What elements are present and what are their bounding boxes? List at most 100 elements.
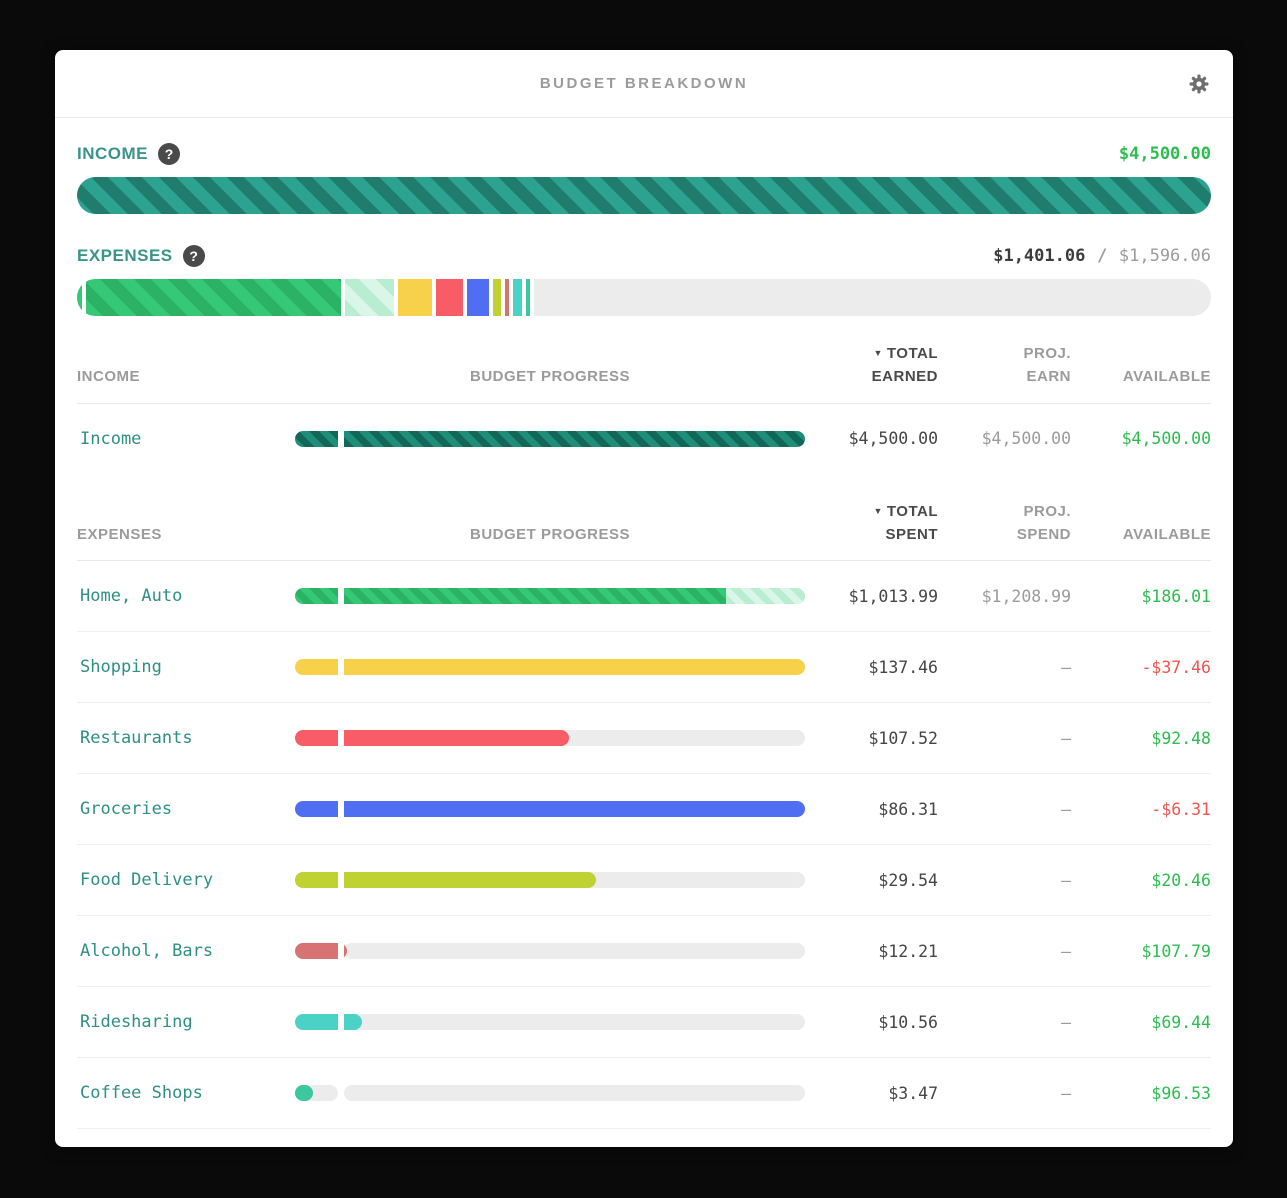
bar-fill <box>295 730 569 746</box>
column-header-projected: PROJ.SPEND <box>938 500 1071 547</box>
budget-progress-cell <box>295 943 805 959</box>
income-summary-header: INCOME ? $4,500.00 <box>77 138 1211 170</box>
category-label[interactable]: Alcohol, Bars <box>77 941 295 961</box>
projected-cell: $1,208.99 <box>938 587 1071 606</box>
budget-progress-cell <box>295 1085 805 1101</box>
bar-track-main <box>344 1085 805 1101</box>
expenses-summary-amounts: $1,401.06 / $1,596.06 <box>993 246 1211 266</box>
projected-cell: – <box>938 871 1071 890</box>
category-label[interactable]: Groceries <box>77 799 295 819</box>
budget-progress-bar <box>295 801 805 817</box>
card-content: INCOME ? $4,500.00 EXPENSES ? $1,401.06 … <box>55 138 1233 1129</box>
segment-restaurants <box>436 279 463 316</box>
category-label[interactable]: Income <box>77 429 295 449</box>
projected-cell: – <box>938 942 1071 961</box>
expenses-summary-bar <box>77 279 1211 316</box>
page-title: BUDGET BREAKDOWN <box>55 50 1233 117</box>
budget-progress-cell <box>295 801 805 817</box>
column-header-projected: PROJ.EARN <box>938 342 1071 389</box>
bar-gap-line <box>338 588 344 604</box>
bar-track-main <box>344 943 805 959</box>
bar-gap-line <box>338 431 344 447</box>
segment-gap <box>530 279 534 316</box>
total-cell: $4,500.00 <box>805 429 938 448</box>
projected-cell: $4,500.00 <box>938 429 1071 448</box>
total-cell: $137.46 <box>805 658 938 677</box>
bar-gap-line <box>338 872 344 888</box>
segment-home-auto-spent <box>86 279 341 316</box>
sort-descending-icon: ▼ <box>873 506 882 516</box>
total-cell: $86.31 <box>805 800 938 819</box>
column-header-available: AVAILABLE <box>1071 365 1211 388</box>
table-row[interactable]: Restaurants$107.52–$92.48 <box>77 703 1211 774</box>
budget-progress-cell <box>295 659 805 675</box>
total-cell: $10.56 <box>805 1013 938 1032</box>
expenses-summary-header: EXPENSES ? $1,401.06 / $1,596.06 <box>77 240 1211 272</box>
table-row[interactable]: Food Delivery $29.54–$20.46 <box>77 845 1211 916</box>
projected-cell: – <box>938 800 1071 819</box>
category-label[interactable]: Home, Auto <box>77 586 295 606</box>
budget-breakdown-card: BUDGET BREAKDOWN INCOME ? $4,500.00 <box>55 50 1233 1147</box>
category-label[interactable]: Restaurants <box>77 728 295 748</box>
income-help-icon[interactable]: ? <box>158 143 180 165</box>
available-cell: $69.44 <box>1071 1013 1211 1032</box>
bar-gap-line <box>338 659 344 675</box>
column-header-budget-progress: BUDGET PROGRESS <box>295 365 805 388</box>
title-bar: BUDGET BREAKDOWN <box>55 50 1233 118</box>
budget-progress-cell <box>295 1014 805 1030</box>
expenses-projected-amount: $1,596.06 <box>1119 246 1211 266</box>
table-row[interactable]: Income$4,500.00$4,500.00$4,500.00 <box>77 404 1211 474</box>
available-cell: -$37.46 <box>1071 658 1211 677</box>
bar-fill <box>295 588 726 604</box>
amount-separator: / <box>1097 246 1107 266</box>
bar-fill <box>295 659 805 675</box>
bar-gap-line <box>338 730 344 746</box>
column-header-sort-total[interactable]: ▼TOTALSPENT <box>805 500 938 547</box>
bar-track-main <box>344 1014 805 1030</box>
table-row[interactable]: Alcohol, Bars$12.21–$107.79 <box>77 916 1211 987</box>
budget-progress-bar <box>295 872 805 888</box>
segment-ridesharing <box>513 279 522 316</box>
expenses-help-icon[interactable]: ? <box>183 245 205 267</box>
income-summary-amount: $4,500.00 <box>1119 144 1211 164</box>
budget-progress-bar <box>295 730 805 746</box>
available-cell: $186.01 <box>1071 587 1211 606</box>
budget-progress-bar <box>295 659 805 675</box>
column-header-category: EXPENSES <box>77 523 295 546</box>
table-row[interactable]: Shopping$137.46–-$37.46 <box>77 632 1211 703</box>
bar-gap-line <box>338 1014 344 1030</box>
column-header-budget-progress: BUDGET PROGRESS <box>295 523 805 546</box>
gear-icon[interactable] <box>1187 72 1211 96</box>
total-cell: $29.54 <box>805 871 938 890</box>
total-cell: $107.52 <box>805 729 938 748</box>
available-cell: $107.79 <box>1071 942 1211 961</box>
category-label[interactable]: Shopping <box>77 657 295 677</box>
available-cell: $4,500.00 <box>1071 429 1211 448</box>
table-row[interactable]: Home, Auto $1,013.99$1,208.99$186.01 <box>77 561 1211 632</box>
projected-cell: – <box>938 1084 1071 1103</box>
expenses-section-label: EXPENSES <box>77 246 173 266</box>
table-row[interactable]: Groceries$86.31–-$6.31 <box>77 774 1211 845</box>
category-label[interactable]: Coffee Shops <box>77 1083 295 1103</box>
table-header-expenses: EXPENSESBUDGET PROGRESS▼TOTALSPENTPROJ.S… <box>77 500 1211 562</box>
column-header-category: INCOME <box>77 365 295 388</box>
available-cell: $20.46 <box>1071 871 1211 890</box>
budget-progress-bar <box>295 1014 805 1030</box>
bar-fill <box>295 431 805 447</box>
bar-projected-fill <box>726 588 805 604</box>
budget-progress-bar <box>295 588 805 604</box>
bar-fill <box>295 1085 313 1101</box>
sort-descending-icon: ▼ <box>873 348 882 358</box>
column-header-sort-total[interactable]: ▼TOTALEARNED <box>805 342 938 389</box>
table-row[interactable]: Ridesharing$10.56–$69.44 <box>77 987 1211 1058</box>
category-label[interactable]: Food Delivery <box>77 870 295 890</box>
column-header-available: AVAILABLE <box>1071 523 1211 546</box>
bar-gap-line <box>338 1085 344 1101</box>
segment-shopping <box>398 279 432 316</box>
category-label[interactable]: Ridesharing <box>77 1012 295 1032</box>
available-cell: $92.48 <box>1071 729 1211 748</box>
table-row[interactable]: Coffee Shops$3.47–$96.53 <box>77 1058 1211 1129</box>
budget-progress-cell <box>295 730 805 746</box>
total-cell: $1,013.99 <box>805 587 938 606</box>
segment-food-delivery <box>493 279 501 316</box>
